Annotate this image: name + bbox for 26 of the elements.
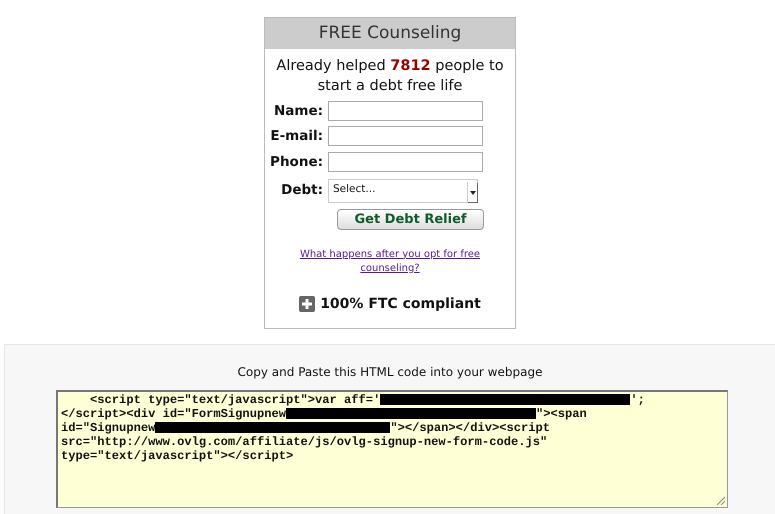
debt-select[interactable]: Select...: [328, 178, 478, 203]
tagline: Already helped 7812 people to start a debt free life: [275, 57, 505, 96]
instruction-text: Copy and Paste this HTML code into your webpage: [236, 364, 544, 381]
resize-grip-icon[interactable]: [716, 496, 725, 505]
field-label: Name:: [272, 102, 324, 121]
input-field[interactable]: [328, 126, 483, 146]
submit-button[interactable]: Get Debt Relief: [337, 208, 484, 230]
code-textarea[interactable]: [56, 390, 728, 508]
code-text: "></span></div><script: [390, 421, 550, 435]
field-label: Debt:: [280, 180, 324, 200]
plus-icon: [299, 296, 316, 312]
code-text: id="Signupnew: [61, 421, 156, 435]
code-text: type="text/javascript"></script>: [61, 449, 294, 463]
input-field[interactable]: [328, 101, 483, 122]
info-link[interactable]: What happens after you opt for free counseling?: [295, 248, 485, 276]
code-text: "><span: [536, 407, 587, 421]
code-text: <script type="text/javascript">var aff=': [89, 393, 380, 407]
field-label: Phone:: [269, 152, 324, 172]
code-text: src="http://www.ovlg.com/affiliate/js/ovlg-signup-new-form-code.js": [61, 435, 548, 449]
compliance-text: 100% FTC compliant: [320, 294, 481, 314]
card-title: FREE Counseling: [265, 18, 515, 49]
field-label: E-mail:: [269, 127, 324, 146]
code-text: </script><div id="FormSignupnew: [61, 407, 286, 421]
code-text: ';: [630, 393, 645, 407]
input-field[interactable]: [328, 152, 483, 172]
caret-icon: [470, 190, 476, 195]
